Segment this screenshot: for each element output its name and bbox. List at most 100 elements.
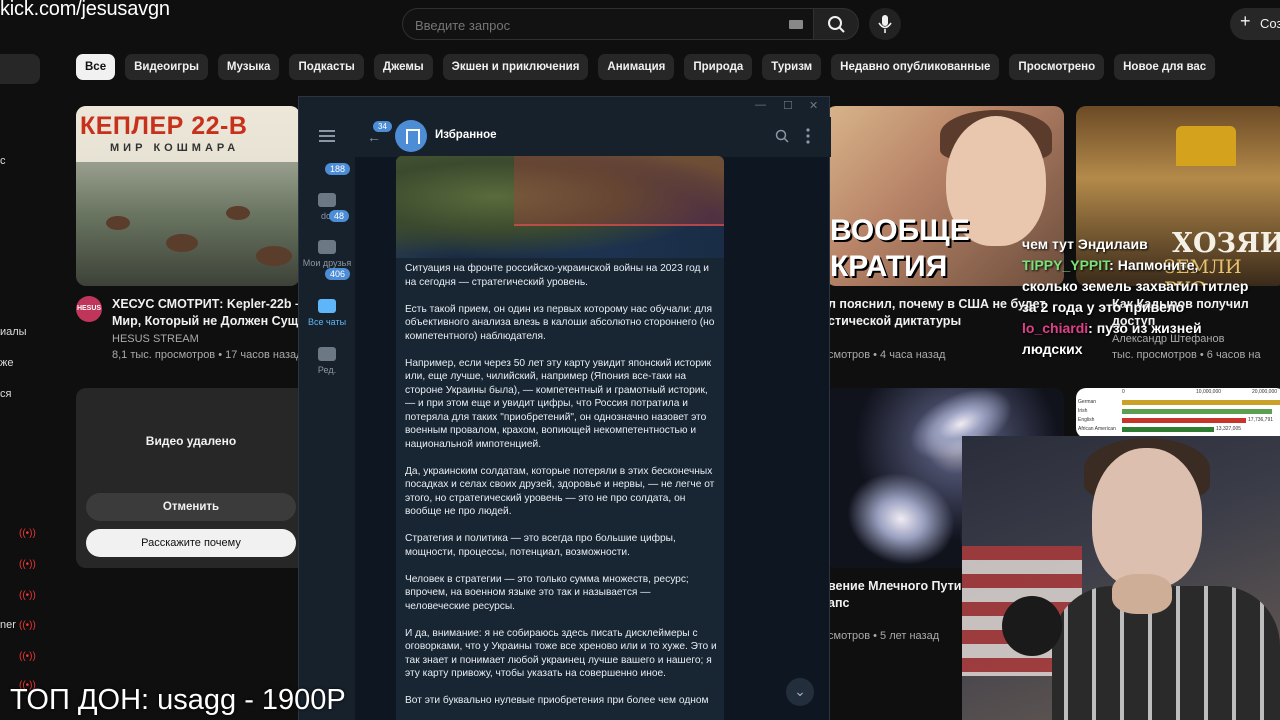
message-paragraph: Есть такой прием, он один из первых кото…	[405, 303, 715, 342]
chip-jams[interactable]: Джемы	[373, 54, 433, 80]
chat-line: TIPPY_YPPIT: Напмоните,	[1022, 255, 1248, 276]
bar-value: 13,327,005	[1216, 426, 1242, 432]
search-input[interactable]	[415, 15, 775, 35]
chip-music[interactable]: Музыка	[217, 54, 280, 80]
folder-all-chats[interactable]: Все чаты	[299, 299, 355, 328]
message-paragraph: Вот эти буквально нулевые приобретения п…	[405, 695, 709, 706]
occupied-zone	[514, 156, 724, 226]
message-paragraph: Человек в стратегии — это только сумма м…	[405, 573, 689, 612]
streamer-webcam	[962, 436, 1280, 720]
video-title-line[interactable]: апс	[828, 595, 849, 612]
chat-line: за 2 года у это привело	[1022, 297, 1248, 318]
folder-sidebar: dct 188 Мои друзья 48 Все чаты 406 Ред.	[299, 117, 355, 720]
folder-friends[interactable]: Мои друзья	[299, 240, 355, 269]
thumbnail-text: ВООБЩЕ	[830, 214, 970, 247]
chat-line: чем тут Эндилаив	[1022, 234, 1248, 255]
chat-line: сколько земель захватил гитлер	[1022, 276, 1248, 297]
chip-nature[interactable]: Природа	[684, 54, 753, 80]
saved-messages-avatar[interactable]	[395, 120, 427, 152]
chip-tourism[interactable]: Туризм	[762, 54, 822, 80]
minimize-icon[interactable]: —	[755, 99, 766, 111]
folder-label: Мои друзья	[302, 258, 352, 268]
live-icon: ((•))	[19, 620, 36, 631]
galaxy-shape	[833, 457, 969, 568]
chip-podcasts[interactable]: Подкасты	[289, 54, 364, 80]
live-icon: ((•))	[19, 590, 36, 601]
chip-new[interactable]: Новое для вас	[1114, 54, 1216, 80]
unread-badge: 48	[329, 210, 350, 222]
chevron-down-icon: ⌄	[794, 683, 806, 699]
mic-icon	[878, 15, 892, 33]
video-title-line[interactable]: ХЕСУС СМОТРИТ: Kepler-22b – И	[112, 296, 314, 313]
menu-icon[interactable]	[319, 129, 335, 143]
crown-shape	[1176, 126, 1236, 166]
chip-animation[interactable]: Анимация	[598, 54, 675, 80]
video-title-line[interactable]: стической диктатуры	[828, 313, 961, 330]
bar-label: English	[1078, 417, 1095, 423]
chats-icon	[318, 299, 336, 313]
sidebar-active-item[interactable]	[0, 54, 40, 84]
chat-title[interactable]: Избранное	[435, 129, 497, 141]
create-button[interactable]: Соз	[1230, 8, 1280, 40]
message-bubble: Ситуация на фронте российско-украинской …	[396, 156, 724, 720]
chat-text: : пузо из жизней	[1088, 320, 1202, 336]
tell-why-button[interactable]: Расскажите почему	[86, 529, 296, 557]
chip-watched[interactable]: Просмотрено	[1009, 54, 1105, 80]
sidebar-item-fragment[interactable]: ся	[0, 388, 11, 400]
voice-search-button[interactable]	[869, 8, 901, 40]
video-meta: смотров • 4 часа назад	[828, 349, 946, 361]
maximize-icon[interactable]: ☐	[783, 99, 793, 112]
chip-all[interactable]: Все	[76, 54, 116, 80]
video-title-line[interactable]: Мир, Который не Должен Сущес	[112, 313, 312, 330]
chat-user: TIPPY_YPPIT	[1022, 257, 1110, 273]
bar-label: Irish	[1078, 408, 1088, 414]
channel-name[interactable]: HESUS STREAM	[112, 333, 199, 345]
video-meta: 8,1 тыс. просмотров • 17 часов назад	[112, 349, 303, 361]
microphone-shape	[1002, 596, 1062, 656]
bar	[1122, 400, 1280, 405]
chat-line: людских	[1022, 339, 1248, 360]
sidebar-item-fragment[interactable]: иалы	[0, 326, 27, 338]
undo-button[interactable]: Отменить	[86, 493, 296, 521]
search-button[interactable]	[813, 8, 859, 40]
message-text: Ситуация на фронте российско-украинской …	[405, 262, 717, 720]
chip-videogames[interactable]: Видеоигры	[125, 54, 208, 80]
chat-line: lo_chiardi: пузо из жизней	[1022, 318, 1248, 339]
thumbnail-text: КРАТИЯ	[830, 250, 948, 283]
window-titlebar[interactable]: — ☐ ✕	[299, 97, 829, 117]
channel-avatar[interactable]: HESUS	[76, 296, 102, 322]
creature-shape	[166, 234, 198, 252]
deleted-title: Видео удалено	[145, 434, 237, 448]
create-label: Соз	[1260, 16, 1280, 31]
youtube-search-box[interactable]	[402, 8, 814, 40]
deleted-video-card: Видео удалено Отменить Расскажите почему	[76, 388, 306, 568]
person-hand	[1112, 574, 1172, 614]
chip-recent[interactable]: Недавно опубликованные	[831, 54, 1000, 80]
sidebar-item-fragment[interactable]: же	[0, 357, 13, 369]
more-icon[interactable]	[806, 128, 810, 144]
bar	[1122, 418, 1246, 423]
chip-action[interactable]: Экшен и приключения	[442, 54, 589, 80]
search-icon[interactable]	[775, 129, 789, 143]
close-icon[interactable]: ✕	[809, 99, 818, 112]
scroll-down-button[interactable]: ⌄	[786, 678, 814, 706]
creature-shape	[226, 206, 250, 220]
bar-value: 17,736,791	[1248, 417, 1274, 423]
plus-icon: +	[1240, 11, 1251, 31]
bar-label: African American	[1078, 426, 1116, 432]
front-map-image[interactable]	[396, 156, 724, 258]
unread-badge: 188	[325, 163, 351, 175]
keyboard-icon[interactable]	[789, 20, 803, 29]
stream-url-overlay: kick.com/jesusavgn	[0, 0, 170, 20]
sidebar-item-fragment[interactable]: ner	[0, 619, 16, 631]
video-thumbnail-chart[interactable]: 0 10,000,000 20,000,000 German Irish Eng…	[1076, 388, 1280, 438]
chat-text: сколько земель захватил гитлер	[1022, 278, 1249, 294]
folder-edit[interactable]: Ред.	[299, 347, 355, 376]
chat-text: чем тут Эндилаив	[1022, 236, 1148, 252]
folder-icon	[318, 193, 336, 207]
video-title-line[interactable]: л пояснил, почему в США не будет	[828, 296, 1046, 313]
sidebar-item-fragment[interactable]: с	[0, 155, 6, 167]
video-thumbnail-kepler[interactable]: КЕПЛЕР 22-В МИР КОШМАРА	[76, 106, 300, 286]
chat-text: : Напмоните,	[1109, 257, 1199, 273]
video-title-line[interactable]: вение Млечного Пути и	[828, 578, 973, 595]
